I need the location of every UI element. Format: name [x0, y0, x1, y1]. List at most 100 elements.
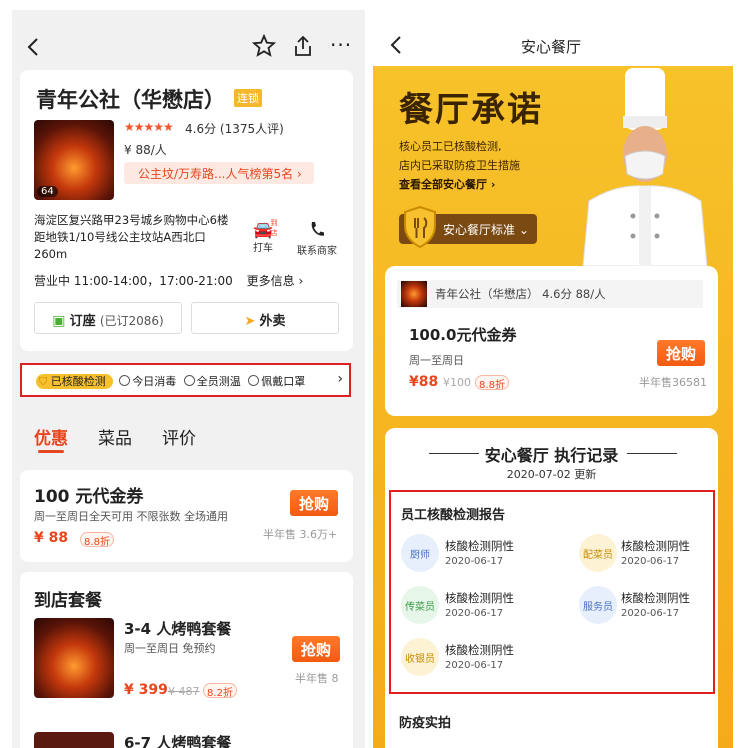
view-all-text: 查看全部安心餐厅	[399, 178, 487, 191]
banner-title: 餐厅承诺	[399, 90, 543, 130]
coupon-discount: 8.8折	[475, 375, 509, 391]
shop-photo[interactable]: 64	[34, 120, 114, 200]
taxi-button[interactable]: 🚘 到店 打车	[246, 219, 280, 260]
coupon-buy-button[interactable]: 抢购	[657, 340, 705, 366]
set-meal-price: ¥ 399	[124, 682, 168, 698]
coupon-desc: 周一至周日	[409, 354, 464, 367]
chef-illustration	[575, 66, 715, 267]
contact-label: 联系商家	[297, 246, 337, 257]
promise-banner: 餐厅承诺 核心员工已核酸检测, 店内已采取防疫卫生措施 查看全部安心餐厅 › 安…	[373, 66, 733, 748]
staff-result: 核酸检测阴性	[445, 643, 514, 657]
more-icon[interactable]: ···	[330, 35, 352, 55]
more-info-link: 更多信息	[246, 274, 295, 288]
records-title: 安心餐厅 执行记录	[484, 446, 619, 465]
role-waiter: 服务员	[579, 586, 617, 624]
rating-stars: ★★★★★	[124, 120, 174, 134]
photo-count: 64	[37, 186, 58, 197]
restaurant-detail-screen: ··· 青年公社（华懋店） 连锁 64 ★★★★★ 4.6分 (1375人评) …	[12, 10, 365, 748]
coupon-shop-thumb	[401, 281, 427, 307]
rating-score: 4.6分 (1375人评)	[185, 122, 284, 136]
role-chef: 厨师	[401, 534, 439, 572]
takeout-button[interactable]: ➤ 外卖	[191, 302, 339, 334]
coupon-card[interactable]: 青年公社（华懋店） 4.6分 88/人 100.0元代金券 周一至周日 ¥88 …	[385, 266, 718, 416]
coupon-sold: 半年售36581	[639, 376, 707, 389]
nucleic-test-label: 已核酸检测	[50, 375, 106, 388]
voucher-price: ¥ 88	[34, 530, 69, 546]
set-meal-photo[interactable]	[34, 618, 114, 698]
staff-result: 核酸检测阴性	[445, 591, 514, 605]
staff-date: 2020-06-17	[445, 556, 504, 567]
set-meal-title: 到店套餐	[34, 591, 102, 611]
reserve-count: (已订2086)	[99, 314, 164, 328]
safety-item-mask: 佩戴口罩	[261, 375, 306, 388]
phone-icon	[311, 222, 324, 236]
view-all-link[interactable]: 查看全部安心餐厅 ›	[399, 176, 495, 192]
scooter-icon: ➤	[244, 314, 256, 329]
address[interactable]: 海淀区复兴路甲23号城乡购物中心6楼距地铁1/10号线公主坟站A西北口260m	[34, 212, 234, 263]
check-icon	[183, 375, 195, 386]
coupon-shop-line: 青年公社（华懋店） 4.6分 88/人	[435, 287, 606, 301]
shop-name: 青年公社（华懋店）	[36, 88, 225, 112]
section-photos-title: 防疫实拍	[399, 716, 452, 731]
business-hours: 营业中 11:00-14:00，17:00-21:00	[34, 274, 233, 288]
shop-info-card: 青年公社（华懋店） 连锁 64 ★★★★★ 4.6分 (1375人评) ¥ 88…	[20, 70, 353, 351]
voucher-buy-button[interactable]: 抢购	[290, 490, 338, 516]
staff-date: 2020-06-17	[621, 608, 680, 619]
voucher-card[interactable]: 100 元代金券 周一至周日全天可用 不限张数 全场通用 ¥ 88 8.8折 抢…	[20, 470, 353, 562]
tab-reviews[interactable]: 评价	[162, 424, 196, 449]
coupon-original-price: ¥100	[443, 376, 471, 389]
staff-report-box: 员工核酸检测报告 厨师 核酸检测阴性 2020-06-17 配菜员 核酸检测阴性…	[389, 490, 715, 694]
banner-line2: 店内已采取防疫卫生措施	[399, 159, 520, 172]
staff-result: 核酸检测阴性	[445, 539, 514, 553]
set-meal-desc: 周一至周日 免预约	[124, 642, 216, 655]
taxi-badge: 到店	[270, 219, 278, 237]
set-meal-sold: 半年售 8	[295, 672, 339, 685]
staff-item-prep: 配菜员 核酸检测阴性 2020-06-17	[579, 534, 719, 574]
reserve-button[interactable]: ▣ 订座 (已订2086)	[34, 302, 182, 334]
staff-result: 核酸检测阴性	[621, 591, 690, 605]
set-meal-name[interactable]: 3-4 人烤鸭套餐	[124, 618, 231, 639]
staff-report-title: 员工核酸检测报告	[401, 508, 506, 523]
price-per-person: ¥ 88/人	[124, 143, 167, 157]
voucher-discount: 8.8折	[80, 532, 114, 548]
safety-item-disinfect: 今日消毒	[132, 375, 177, 388]
set-meal-discount: 8.2折	[203, 683, 237, 699]
safety-strip[interactable]: ⛉ 已核酸检测 今日消毒 全员测温 佩戴口罩 ›	[20, 363, 351, 397]
chain-badge: 连锁	[234, 89, 262, 107]
rank-tag[interactable]: 公主坟/万寿路...人气榜第5名 ›	[124, 162, 314, 184]
set-meal-buy-button[interactable]: 抢购	[292, 636, 340, 662]
contact-button[interactable]: 联系商家	[292, 220, 342, 260]
set-meal-photo-2[interactable]	[34, 732, 114, 748]
coupon-shop-row: 青年公社（华懋店） 4.6分 88/人	[397, 280, 703, 308]
check-icon	[248, 375, 260, 386]
set-meal-name-2[interactable]: 6-7 人烤鸭套餐	[124, 732, 231, 748]
star-icon[interactable]	[251, 33, 277, 58]
standard-label: 安心餐厅标准	[443, 223, 516, 237]
voucher-sold: 半年售 3.6万+	[263, 528, 338, 541]
back-icon[interactable]	[24, 36, 44, 58]
voucher-title: 100 元代金券	[34, 487, 144, 507]
safety-item-temperature: 全员测温	[196, 375, 241, 388]
tab-offers[interactable]: 优惠	[34, 424, 68, 449]
records-divider-right	[627, 453, 677, 454]
role-cashier: 收银员	[401, 638, 439, 676]
set-meal-original-price: ¥ 487	[168, 685, 200, 698]
share-icon[interactable]	[292, 34, 314, 58]
hours-row[interactable]: 营业中 11:00-14:00，17:00-21:00 更多信息 ›	[34, 272, 303, 289]
nav-title: 安心餐厅	[520, 38, 581, 56]
safe-restaurant-screen: 安心餐厅 餐厅承诺 核心员工已核酸检测, 店内已采取防疫卫生措施 查看全部安心餐…	[373, 10, 733, 748]
staff-item-chef: 厨师 核酸检测阴性 2020-06-17	[401, 534, 551, 574]
reserve-label: 订座	[69, 314, 96, 329]
shield-fork-icon	[403, 205, 437, 249]
staff-date: 2020-06-17	[621, 556, 680, 567]
rank-text: 公主坟/万寿路...人气榜第5名	[138, 167, 294, 181]
records-date: 2020-07-02 更新	[506, 468, 597, 481]
role-prep: 配菜员	[579, 534, 617, 572]
staff-item-runner: 传菜员 核酸检测阴性 2020-06-17	[401, 586, 551, 626]
staff-item-waiter: 服务员 核酸检测阴性 2020-06-17	[579, 586, 719, 626]
chevron-right-icon: ›	[337, 371, 343, 387]
coupon-price: ¥88	[409, 374, 439, 390]
tab-dishes[interactable]: 菜品	[98, 424, 132, 449]
banner-line1: 核心员工已核酸检测,	[399, 140, 502, 153]
records-card: 安心餐厅 执行记录 2020-07-02 更新 员工核酸检测报告 厨师 核酸检测…	[385, 428, 718, 748]
